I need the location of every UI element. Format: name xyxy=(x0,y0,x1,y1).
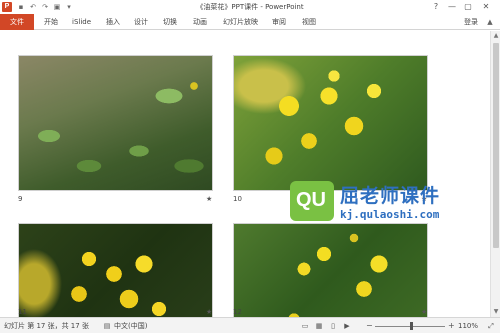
zoom-in-button[interactable]: + xyxy=(448,321,455,331)
save-icon[interactable]: ▪ xyxy=(16,2,26,12)
title-bar: P ▪ ↶ ↷ ▣ ▾ 《油菜花》PPT课件 - PowerPoint ? — … xyxy=(0,0,500,14)
tab-design[interactable]: 设计 xyxy=(134,14,148,30)
help-button[interactable]: ? xyxy=(430,1,442,13)
reading-view-icon[interactable]: ▯ xyxy=(328,321,338,331)
tab-insert[interactable]: 插入 xyxy=(106,14,120,30)
close-button[interactable]: ✕ xyxy=(480,1,492,13)
tab-file[interactable]: 文件 xyxy=(0,14,34,30)
customize-toolbar-icon[interactable]: ▾ xyxy=(64,2,74,12)
slide-thumbnail-12[interactable] xyxy=(233,223,428,317)
animation-star-icon[interactable]: ★ xyxy=(206,308,212,316)
watermark-title: 屈老师课件 xyxy=(340,185,441,207)
tab-animations[interactable]: 动画 xyxy=(193,14,207,30)
slide-count-status: 幻灯片 第 17 张，共 17 张 xyxy=(4,322,89,330)
tab-islide[interactable]: iSlide xyxy=(72,14,91,30)
slide-thumbnail-9[interactable] xyxy=(18,55,213,191)
redo-icon[interactable]: ↷ xyxy=(40,2,50,12)
vertical-scrollbar[interactable]: ▲ ▼ xyxy=(490,31,500,317)
slide-sorter-view: 9 ★ 10 ★ 11 ★ 12 ★ QU 屈老师课件 kj.qulaoshi.… xyxy=(0,31,490,317)
minimize-button[interactable]: — xyxy=(446,1,458,13)
zoom-level[interactable]: 110% xyxy=(458,321,478,331)
scrollbar-thumb[interactable] xyxy=(493,43,499,248)
zoom-out-button[interactable]: − xyxy=(366,321,373,331)
watermark-logo: QU xyxy=(290,181,334,221)
scroll-down-arrow-icon[interactable]: ▼ xyxy=(492,308,500,316)
watermark: QU 屈老师课件 kj.qulaoshi.com xyxy=(290,181,490,226)
fit-to-window-icon[interactable]: ⤢ xyxy=(486,321,496,331)
zoom-slider-thumb[interactable] xyxy=(409,322,413,330)
slide-thumbnail-11[interactable] xyxy=(18,223,213,317)
slide-sorter-view-icon[interactable]: ▦ xyxy=(314,321,324,331)
slide-show-icon[interactable]: ▶ xyxy=(342,321,352,331)
language-status[interactable]: 中文(中国) xyxy=(114,321,147,331)
animation-star-icon[interactable]: ★ xyxy=(421,308,427,316)
scroll-up-arrow-icon[interactable]: ▲ xyxy=(492,32,500,40)
slide-number-11: 11 xyxy=(18,308,27,316)
tab-home[interactable]: 开始 xyxy=(44,14,58,30)
normal-view-icon[interactable]: ▭ xyxy=(300,321,310,331)
status-bar: 幻灯片 第 17 张，共 17 张 ▤ 中文(中国) ▭ ▦ ▯ ▶ − + 1… xyxy=(0,317,500,333)
tab-slide-show[interactable]: 幻灯片放映 xyxy=(223,14,258,30)
watermark-url: kj.qulaoshi.com xyxy=(340,208,440,221)
slide-number-10: 10 xyxy=(233,195,242,203)
undo-icon[interactable]: ↶ xyxy=(28,2,38,12)
spell-check-icon[interactable]: ▤ xyxy=(102,321,112,331)
slide-number-12: 12 xyxy=(233,308,242,316)
tab-transitions[interactable]: 切换 xyxy=(163,14,177,30)
ribbon-tab-bar: 文件 开始 iSlide 插入 设计 切换 动画 幻灯片放映 审阅 视图 登录 … xyxy=(0,14,500,30)
restore-button[interactable]: ▢ xyxy=(462,1,474,13)
tab-review[interactable]: 审阅 xyxy=(272,14,286,30)
start-from-beginning-icon[interactable]: ▣ xyxy=(52,2,62,12)
slide-number-9: 9 xyxy=(18,195,23,203)
tab-view[interactable]: 视图 xyxy=(302,14,316,30)
sign-in-link[interactable]: 登录 xyxy=(464,14,478,30)
slide-thumbnail-10[interactable] xyxy=(233,55,428,191)
powerpoint-app-icon[interactable]: P xyxy=(2,2,12,12)
window-title: 《油菜花》PPT课件 - PowerPoint xyxy=(196,3,304,11)
animation-star-icon[interactable]: ★ xyxy=(206,195,212,203)
collapse-ribbon-icon[interactable]: ▲ xyxy=(484,16,496,28)
